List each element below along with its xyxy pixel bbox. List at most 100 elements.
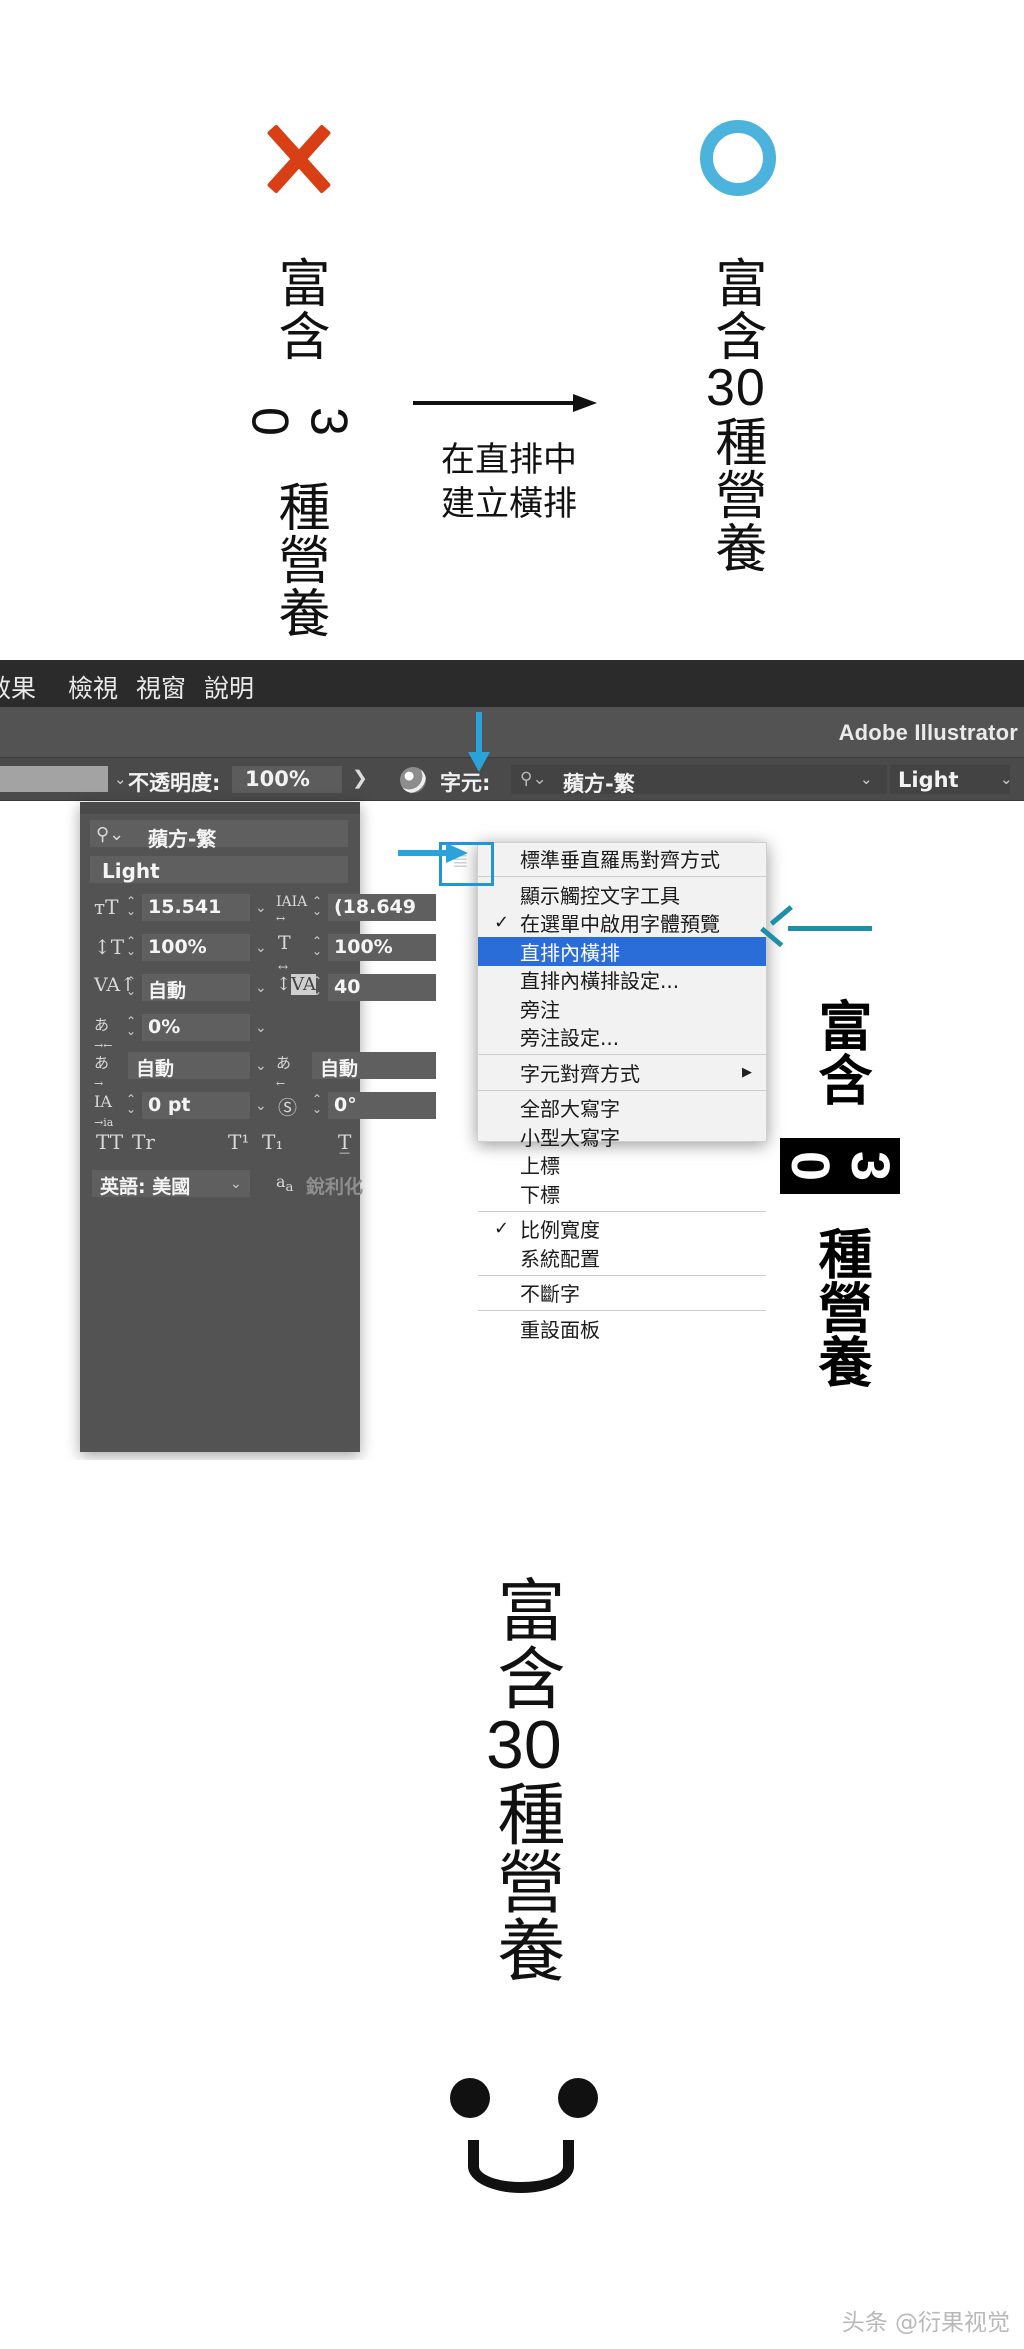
flyout-header[interactable]: 標準垂直羅馬對齊方式 bbox=[478, 843, 766, 873]
menu-item-tate-chu-yoko[interactable]: 直排內橫排 bbox=[478, 937, 766, 966]
illustrator-screenshot: 效果 檢視 視窗 說明 Adobe Illustrator ⌄ 不透明度: 10… bbox=[0, 650, 1024, 1460]
menu-item-system-layout[interactable]: 系統配置 bbox=[478, 1243, 766, 1272]
annotation-arrow-right bbox=[398, 843, 470, 863]
menu-item-show-touch-type[interactable]: 顯示觸控文字工具 bbox=[478, 880, 766, 909]
canvas-sample-selected-number: 30 bbox=[780, 1136, 900, 1196]
character-rotation-icon: Ⓢ bbox=[278, 1097, 298, 1119]
menu-item-view[interactable]: 檢視 bbox=[68, 669, 118, 705]
vertical-scale-stepper[interactable]: ⌃ ⌄ bbox=[124, 935, 138, 957]
horizontal-scale-stepper[interactable]: ⌃ ⌄ bbox=[310, 935, 324, 957]
blend-mode-icon[interactable] bbox=[400, 767, 426, 793]
menu-item-enable-font-preview[interactable]: ✓ 在選單中啟用字體預覽 bbox=[478, 909, 766, 938]
superscript-button[interactable]: T¹ bbox=[228, 1130, 249, 1154]
rotation-value: 0° bbox=[334, 1094, 357, 1116]
opacity-value: 100% bbox=[245, 767, 310, 791]
menu-item-help[interactable]: 說明 bbox=[204, 669, 254, 705]
after-text-number: 30 bbox=[706, 359, 766, 417]
panel-font-style-value: Light bbox=[102, 859, 160, 883]
search-icon: ⚲‎⌄ bbox=[520, 769, 547, 788]
tsume-icon: あ →← bbox=[94, 1016, 113, 1052]
font-size-icon: ᴛT bbox=[94, 895, 119, 919]
leading-chevron-icon[interactable]: ⌄ bbox=[255, 979, 267, 996]
result-post: 種營養 bbox=[484, 1779, 564, 1983]
result-pre: 富含 bbox=[484, 1575, 564, 1711]
fill-swatch-field[interactable] bbox=[0, 766, 108, 792]
rotation-stepper[interactable]: ⌃ ⌄ bbox=[310, 1093, 324, 1115]
horizontal-scale-value: 100% bbox=[334, 936, 393, 958]
baseline-shift-value: 0 pt bbox=[148, 1094, 191, 1116]
page-root: 富含30種營養 富含30種營養 在直排中 建立橫排 效果 檢視 視窗 說明 Ad… bbox=[0, 0, 1024, 2349]
menu-item-label: 字元對齊方式 bbox=[520, 1061, 640, 1086]
horizontal-scale-icon: T ↔ bbox=[278, 932, 291, 974]
after-vertical-text: 富含30種營養 bbox=[706, 256, 766, 574]
caption-line-1: 在直排中 bbox=[441, 440, 577, 480]
tracking-stepper[interactable]: ⌃ ⌄ bbox=[310, 975, 324, 997]
application-menu-bar: 效果 檢視 視窗 說明 bbox=[0, 660, 1024, 707]
mojikumi-left-chevron-icon[interactable]: ⌄ bbox=[255, 1057, 267, 1074]
font-size-chevron-icon[interactable]: ⌄ bbox=[255, 899, 267, 916]
illustration-caption: 在直排中 建立橫排 bbox=[404, 438, 614, 526]
opacity-label: 不透明度: bbox=[128, 771, 221, 795]
chevron-right-icon: ▶ bbox=[742, 1065, 752, 1080]
underline-button[interactable]: T̲ bbox=[338, 1130, 351, 1154]
panel-tab-strip bbox=[80, 802, 360, 814]
menu-item-effect[interactable]: 效果 bbox=[0, 669, 36, 705]
baseline-shift-chevron-icon[interactable]: ⌄ bbox=[255, 1097, 267, 1114]
font-style-chevron-icon[interactable]: ⌄ bbox=[1000, 770, 1013, 788]
kerning-stepper[interactable]: ⌃ ⌄ bbox=[310, 895, 324, 917]
font-family-chevron-icon[interactable]: ⌄ bbox=[860, 770, 873, 788]
menu-item-character-alignment[interactable]: 字元對齊方式 ▶ bbox=[478, 1058, 766, 1087]
leading-stepper[interactable]: ⌃ ⌄ bbox=[124, 975, 138, 997]
application-title-bar: Adobe Illustrator bbox=[0, 707, 1024, 757]
tsume-stepper[interactable]: ⌃ ⌄ bbox=[124, 1015, 138, 1037]
check-icon: ✓ bbox=[494, 1217, 510, 1239]
all-caps-button[interactable]: TT bbox=[96, 1130, 123, 1154]
menu-item-window[interactable]: 視窗 bbox=[136, 669, 186, 705]
leading-value: 自動 bbox=[148, 980, 187, 1002]
panel-font-family-field[interactable] bbox=[90, 820, 348, 847]
menu-item-superscript[interactable]: 上標 bbox=[478, 1151, 766, 1180]
menu-item-subscript[interactable]: 下標 bbox=[478, 1179, 766, 1208]
baseline-shift-stepper[interactable]: ⌃ ⌄ bbox=[124, 1093, 138, 1115]
font-size-stepper[interactable]: ⌃ ⌄ bbox=[124, 895, 138, 917]
menu-item-proportional-widths[interactable]: ✓ 比例寬度 bbox=[478, 1215, 766, 1244]
small-caps-button[interactable]: Tr bbox=[132, 1130, 155, 1154]
before-text-pre: 富含 bbox=[269, 256, 330, 362]
menu-item-no-break[interactable]: 不斷字 bbox=[478, 1279, 766, 1308]
kerning-value: (18.649 bbox=[334, 896, 417, 918]
tsume-value: 0% bbox=[148, 1016, 181, 1038]
language-chevron-icon[interactable]: ⌄ bbox=[230, 1175, 242, 1192]
before-text-number: 30 bbox=[239, 392, 358, 451]
after-text-pre: 富含 bbox=[705, 256, 766, 362]
subscript-button[interactable]: T₁ bbox=[262, 1130, 283, 1154]
caption-line-2: 建立橫排 bbox=[441, 484, 577, 525]
menu-item-small-caps[interactable]: 小型大寫字 bbox=[478, 1122, 766, 1151]
menu-item-tate-chu-yoko-settings[interactable]: 直排內橫排設定... bbox=[478, 966, 766, 995]
tsume-chevron-icon[interactable]: ⌄ bbox=[255, 1019, 267, 1036]
menu-item-reset-panel[interactable]: 重設面板 bbox=[478, 1314, 766, 1343]
aa-icon: aa bbox=[276, 1172, 294, 1196]
smiley-face-icon bbox=[440, 2078, 610, 2198]
cross-mark-icon bbox=[258, 118, 340, 200]
illustration-before-after: 富含30種營養 富含30種營養 在直排中 建立橫排 bbox=[0, 0, 1024, 650]
menu-item-all-caps[interactable]: 全部大寫字 bbox=[478, 1094, 766, 1123]
result-number: 30 bbox=[486, 1707, 562, 1783]
control-bar: ⌄ 不透明度: 100% ❯ 字元: ⚲‎⌄ 蘋方-繁 ⌄ Light ⌄ bbox=[0, 757, 1024, 801]
annotation-arrow-left bbox=[760, 905, 872, 948]
font-size-value: 15.541 bbox=[148, 896, 222, 918]
vertical-scale-chevron-icon[interactable]: ⌄ bbox=[255, 939, 267, 956]
transform-arrow-icon bbox=[413, 392, 597, 414]
result-vertical-text: 富含30種營養 bbox=[484, 1575, 564, 1983]
vertical-scale-value: 100% bbox=[148, 936, 207, 958]
tracking-value: 40 bbox=[334, 976, 361, 998]
search-icon: ⚲⌄ bbox=[96, 824, 125, 845]
opacity-more-chevron-icon[interactable]: ❯ bbox=[352, 767, 368, 790]
swatch-chevron-icon[interactable]: ⌄ bbox=[114, 770, 127, 788]
menu-item-ruby-settings[interactable]: 旁注設定... bbox=[478, 1023, 766, 1052]
before-text-post: 種營養 bbox=[269, 480, 330, 639]
antialias-value: 銳利化 bbox=[306, 1176, 364, 1198]
before-vertical-text: 富含 30 種營養 bbox=[240, 256, 358, 639]
mojikumi-right-value: 自動 bbox=[320, 1058, 359, 1080]
panel-font-family-value: 蘋方-繁 bbox=[148, 827, 217, 851]
menu-item-ruby[interactable]: 旁注 bbox=[478, 994, 766, 1023]
